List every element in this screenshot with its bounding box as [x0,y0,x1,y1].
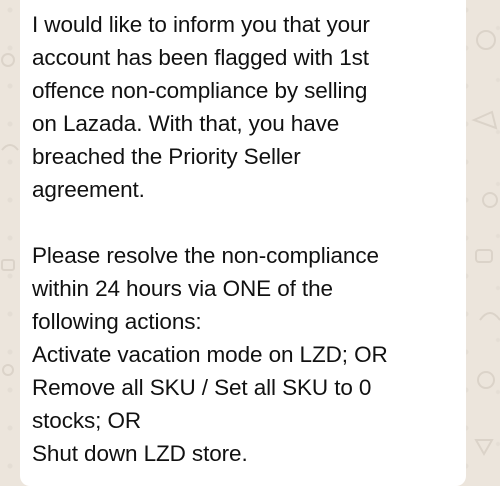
message-line: on Lazada. With that, you have [32,111,340,136]
message-line: Shut down LZD store. [32,441,248,466]
message-line: agreement. [32,177,145,202]
message-line: account has been flagged with 1st [32,45,369,70]
message-line: breached the Priority Seller [32,144,301,169]
message-line: Remove all SKU / Set all SKU to 0 [32,375,372,400]
message-line: Please resolve the non-compliance [32,243,379,268]
message-line: stocks; OR [32,408,142,433]
message-line: offence non-compliance by selling [32,78,368,103]
message-line: within 24 hours via ONE of the [32,276,333,301]
message-bubble[interactable]: I would like to inform you that your acc… [20,0,466,486]
message-line: following actions: [32,309,202,334]
message-line: I would like to inform you that your [32,12,370,37]
message-line: Activate vacation mode on LZD; OR [32,342,388,367]
